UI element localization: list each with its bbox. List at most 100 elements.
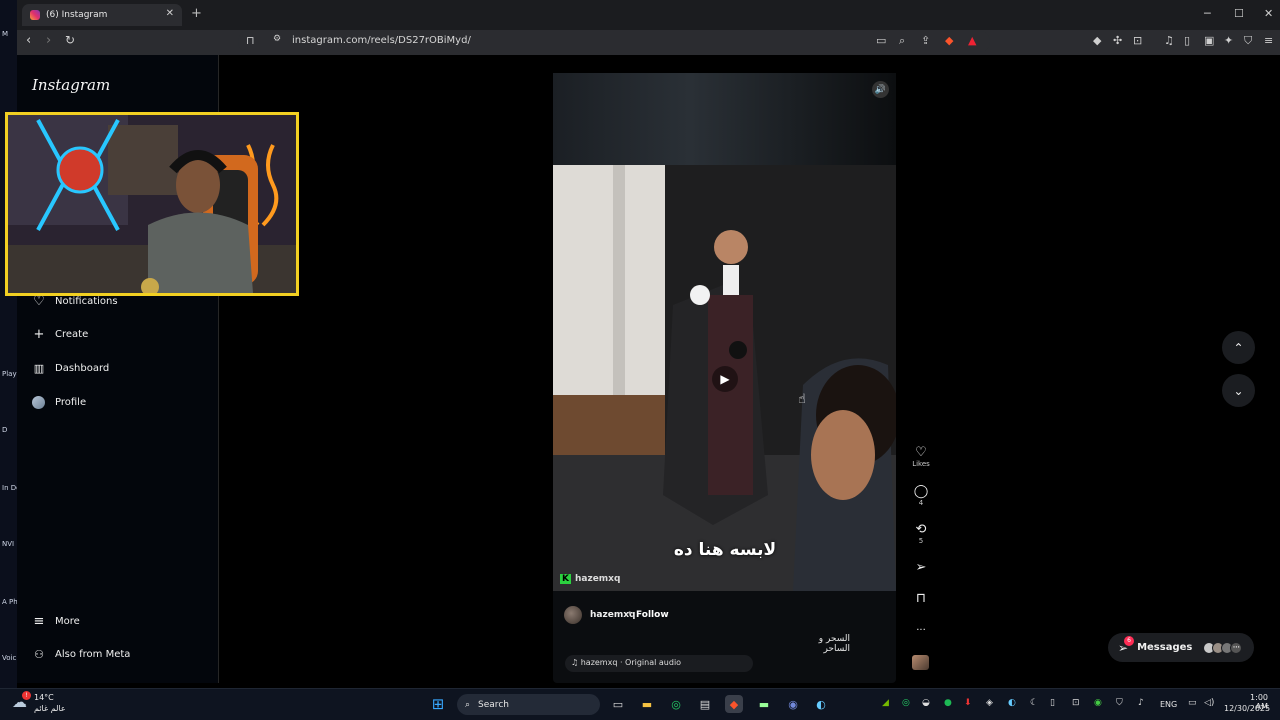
author-avatar[interactable] (564, 606, 582, 624)
download-tray-icon[interactable]: ⬇ (964, 698, 972, 708)
extension-icon[interactable]: ◆ (1093, 34, 1101, 47)
separator-dot: • (627, 609, 633, 619)
cast-icon[interactable]: ▭ (876, 34, 886, 47)
vpn-icon[interactable]: ⛉ (1244, 34, 1252, 48)
minimize-button[interactable]: ─ (1204, 7, 1211, 20)
whatsapp-icon[interactable]: ◎ (667, 695, 685, 713)
weather-temperature[interactable]: 14°C (34, 693, 54, 702)
more-options-button[interactable]: ··· (910, 624, 932, 638)
brave-shield-icon[interactable]: ◆ (945, 34, 953, 47)
defender-tray-icon[interactable]: ⛉ (1116, 698, 1123, 708)
steam-icon[interactable]: ◐ (812, 695, 830, 713)
maximize-button[interactable]: ☐ (1234, 7, 1244, 20)
app-tray-icon[interactable]: ⊡ (1072, 698, 1080, 708)
save-button[interactable]: ⊓ (910, 592, 932, 606)
desktop-label[interactable]: M (2, 30, 8, 38)
send-icon: ➢ (915, 560, 927, 575)
comment-button[interactable]: ◯ 4 (910, 484, 932, 508)
messages-badge: 6 (1124, 636, 1134, 646)
search-icon: ⌕ (465, 699, 471, 710)
desktop-label[interactable]: Voic (2, 654, 16, 662)
sidebar-toggle-icon[interactable]: ▯ (1184, 34, 1190, 47)
mute-toggle-icon[interactable]: 🔊 (872, 81, 889, 98)
mouse-cursor-icon: ☝ (798, 392, 806, 407)
close-tab-icon[interactable]: ✕ (166, 8, 174, 19)
close-window-button[interactable]: ✕ (1264, 7, 1273, 20)
back-icon[interactable]: ‹ (26, 33, 31, 48)
desktop-label[interactable]: A Ph (2, 598, 18, 606)
follow-button[interactable]: Follow (636, 608, 669, 622)
weather-condition[interactable]: عالم غائم (34, 704, 66, 713)
wallet-icon[interactable]: ▣ (1204, 34, 1214, 47)
browser-tab[interactable]: (6) Instagram ✕ (22, 4, 182, 26)
notepad-icon[interactable]: ▤ (696, 695, 714, 713)
play-icon[interactable]: ▶ (712, 366, 738, 392)
url-text[interactable]: instagram.com/reels/DS27rOBiMyd/ (292, 35, 471, 46)
brave-taskbar-icon[interactable]: ◆ (725, 695, 743, 713)
more-avatars-icon: ··· (1230, 641, 1243, 654)
more-icon: ··· (916, 625, 926, 636)
puzzle-icon[interactable]: ✣ (1113, 34, 1122, 47)
avatar (32, 395, 45, 409)
new-tab-button[interactable]: + (191, 6, 202, 21)
forward-icon[interactable]: › (46, 33, 51, 48)
sidebar-item-label: Profile (55, 396, 87, 408)
sidebar-item-dashboard[interactable]: ▥ Dashboard (32, 359, 109, 377)
app-tray-icon[interactable]: ☾ (1030, 698, 1038, 708)
microphone-icon[interactable]: ♪ (1138, 698, 1144, 708)
menu-icon: ≡ (33, 613, 45, 629)
search-label: Search (478, 699, 509, 710)
message-avatars: ··· (1203, 641, 1243, 654)
menu-icon[interactable]: ≡ (1264, 34, 1273, 47)
like-button[interactable]: ♡ Likes (910, 446, 932, 469)
sidebar-item-label: Also from Meta (55, 648, 131, 660)
share-button[interactable]: ➢ (910, 561, 932, 575)
tab-title: (6) Instagram (46, 10, 108, 20)
spotify-tray-icon[interactable]: ● (944, 698, 952, 708)
instagram-logo[interactable]: Instagram (32, 76, 110, 94)
whatsapp-tray-icon[interactable]: ◎ (902, 698, 910, 708)
desktop-label[interactable]: D (2, 426, 7, 434)
reload-icon[interactable]: ↻ (65, 33, 75, 47)
zoom-icon[interactable]: ⌕ (899, 34, 905, 48)
next-reel-button[interactable]: ⌄ (1222, 374, 1255, 407)
audio-chip[interactable]: ♫ hazemxq · Original audio (565, 655, 753, 672)
taskbar-search[interactable]: ⌕ Search (457, 694, 600, 715)
discord-icon[interactable]: ◉ (784, 695, 802, 713)
xbox-tray-icon[interactable]: ◉ (1094, 698, 1102, 708)
video-watermark: Khazemxq (560, 574, 620, 584)
site-info-icon[interactable]: ⚙ (273, 34, 281, 44)
repost-count: 5 (918, 537, 924, 545)
terminal-icon[interactable]: ▬ (755, 695, 773, 713)
sidebar-item-more[interactable]: ≡ More (32, 612, 80, 630)
brave-rewards-icon[interactable]: ▲ (968, 34, 976, 47)
network-icon[interactable]: ▭ (1188, 698, 1197, 708)
sidebar-item-create[interactable]: + Create (32, 325, 89, 343)
desktop-icons-strip: M Play Acc D In Do NVI A Ph Voic (0, 0, 31, 688)
screenshot-icon[interactable]: ⊡ (1133, 34, 1142, 47)
chevron-up-icon: ⌃ (1233, 340, 1244, 355)
comment-icon: ◯ (913, 484, 929, 499)
file-explorer-icon[interactable]: ▬ (638, 695, 656, 713)
sidebar-item-profile[interactable]: Profile (32, 393, 86, 411)
leo-ai-icon[interactable]: ✦ (1224, 34, 1233, 47)
repost-button[interactable]: ⟲ 5 (910, 523, 932, 546)
bookmark-icon[interactable]: ⊓ (246, 34, 255, 47)
app-tray-icon[interactable]: ◈ (986, 698, 993, 708)
app-tray-icon[interactable]: ◒ (922, 698, 930, 708)
language-indicator[interactable]: ENG (1160, 700, 1177, 709)
steam-tray-icon[interactable]: ◐ (1008, 698, 1016, 708)
desktop-label[interactable]: NVI (2, 540, 14, 548)
audio-thumbnail[interactable] (912, 655, 929, 670)
usb-tray-icon[interactable]: ▯ (1050, 698, 1055, 708)
share-icon[interactable]: ⇪ (921, 34, 930, 47)
clock-date[interactable]: 12/30/2025 (1224, 704, 1270, 713)
windows-start-icon[interactable]: ⊞ (429, 695, 447, 713)
task-view-icon[interactable]: ▭ (609, 695, 627, 713)
previous-reel-button[interactable]: ⌃ (1222, 331, 1255, 364)
media-icon[interactable]: ♫ (1164, 34, 1174, 47)
sidebar-item-also-from-meta[interactable]: ⚇ Also from Meta (32, 645, 130, 663)
nvidia-tray-icon[interactable]: ◢ (882, 698, 889, 708)
volume-icon[interactable]: ◁) (1204, 698, 1214, 708)
watermark-text: hazemxq (574, 574, 621, 584)
